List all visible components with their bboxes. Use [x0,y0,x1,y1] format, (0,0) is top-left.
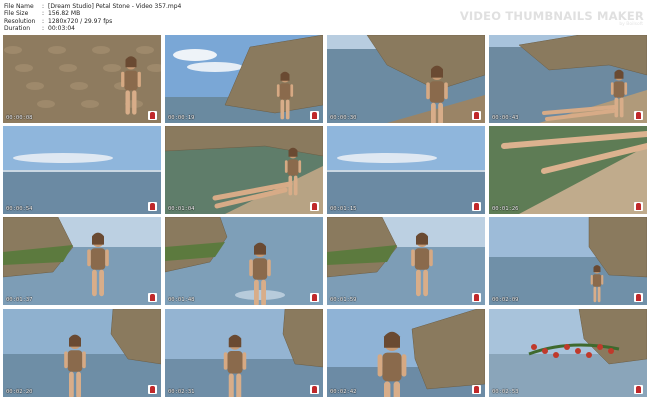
timestamp: 00:01:04 [168,206,195,212]
thumbnail-image [489,217,647,305]
thumbnail-image [3,35,161,123]
thumbnail-image [489,35,647,123]
thumbnail-image [165,217,323,305]
file-info: File Name: [Dream Studio] Petal Stone - V… [4,3,181,32]
thumbnail[interactable]: 00:00:54 [3,126,161,214]
thumbnail-image [327,309,485,397]
studio-logo-icon [148,385,157,394]
thumbnail[interactable]: 00:01:59 [327,217,485,305]
thumbnail-image [165,126,323,214]
timestamp: 00:02:42 [330,389,357,395]
timestamp: 00:01:59 [330,297,357,303]
studio-logo-icon [310,293,319,302]
studio-logo-icon [148,111,157,120]
studio-logo-icon [472,111,481,120]
info-value: [Dream Studio] Petal Stone - Video 357.m… [48,3,182,10]
thumbnail[interactable]: 00:01:37 [3,217,161,305]
thumbnail[interactable]: 00:02:42 [327,309,485,397]
timestamp: 00:01:15 [330,206,357,212]
info-row: Duration:00:03:04 [4,25,181,32]
thumbnail-image [489,309,647,397]
timestamp: 00:00:54 [6,206,33,212]
studio-logo-icon [634,293,643,302]
studio-logo-icon [310,111,319,120]
timestamp: 00:00:08 [6,115,33,121]
watermark: VIDEO THUMBNAILS MAKER [459,9,644,23]
studio-logo-icon [148,202,157,211]
thumbnail-image [165,35,323,123]
timestamp: 00:01:48 [168,297,195,303]
thumbnail[interactable]: 00:02:31 [165,309,323,397]
thumbnail[interactable]: 00:01:26 [489,126,647,214]
watermark-sub: by Boilsoft [619,22,643,27]
studio-logo-icon [148,293,157,302]
info-key: File Name [4,3,34,10]
info-value: 00:03:04 [48,24,75,32]
timestamp: 00:02:31 [168,389,195,395]
timestamp: 00:02:53 [492,389,519,395]
timestamp: 00:00:43 [492,115,519,121]
thumbnail-image [327,35,485,123]
thumbnail[interactable]: 00:00:30 [327,35,485,123]
thumbnail[interactable]: 00:00:43 [489,35,647,123]
info-row: Resolution:1280x720 / 29.97 fps [4,18,181,25]
thumbnail-image [165,309,323,397]
info-value: 156.82 MB [48,10,81,18]
timestamp: 00:02:09 [492,297,519,303]
timestamp: 00:01:26 [492,206,519,212]
thumbnail-image [3,217,161,305]
info-key: Resolution [4,17,36,25]
info-key: File Size [4,10,29,18]
thumbnail[interactable]: 00:02:20 [3,309,161,397]
studio-logo-icon [472,293,481,302]
info-value: 1280x720 / 29.97 fps [48,17,113,25]
thumbnail-image [3,126,161,214]
studio-logo-icon [472,202,481,211]
timestamp: 00:00:30 [330,115,357,121]
studio-logo-icon [634,111,643,120]
thumbnail[interactable]: 00:01:48 [165,217,323,305]
info-row: File Name: [Dream Studio] Petal Stone - V… [4,3,181,10]
studio-logo-icon [310,202,319,211]
studio-logo-icon [472,385,481,394]
studio-logo-icon [310,385,319,394]
thumbnail[interactable]: 00:02:09 [489,217,647,305]
thumbnail[interactable]: 00:00:19 [165,35,323,123]
timestamp: 00:01:37 [6,297,33,303]
thumbnail-image [489,126,647,214]
thumbnail[interactable]: 00:01:15 [327,126,485,214]
thumbnail-image [327,217,485,305]
studio-logo-icon [634,385,643,394]
info-row: File Size:156.82 MB [4,10,181,17]
thumbnail-image [327,126,485,214]
studio-logo-icon [634,202,643,211]
thumbnail[interactable]: 00:01:04 [165,126,323,214]
timestamp: 00:02:20 [6,389,33,395]
thumbnail-image [3,309,161,397]
info-key: Duration [4,24,31,32]
timestamp: 00:00:19 [168,115,195,121]
thumbnail[interactable]: 00:02:53 [489,309,647,397]
thumbnail-grid: 00:00:08 00:00:19 00:00:30 00:00:43 00:00… [3,35,647,399]
thumbnail[interactable]: 00:00:08 [3,35,161,123]
